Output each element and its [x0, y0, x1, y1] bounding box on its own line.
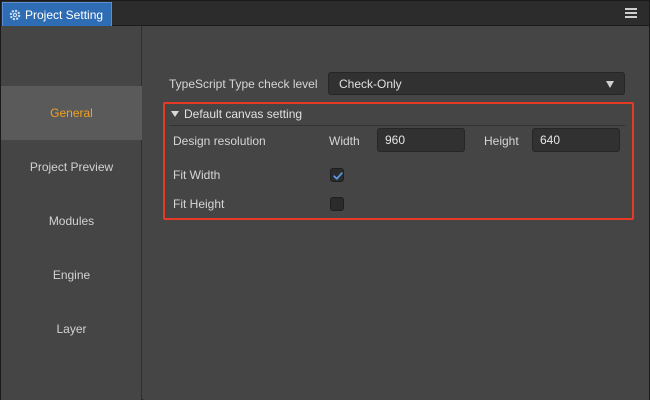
width-value: 960 [385, 133, 406, 147]
design-resolution-label: Design resolution [173, 134, 266, 148]
width-label: Width [329, 134, 360, 148]
width-input[interactable]: 960 [377, 128, 465, 152]
dropdown-arrow-icon [606, 81, 614, 88]
expand-triangle-icon [171, 111, 179, 117]
sidebar-item-label: Engine [52, 268, 91, 282]
fit-height-checkbox[interactable] [330, 197, 344, 211]
tab-project-setting[interactable]: Project Setting [2, 2, 112, 26]
sidebar-item-label: Modules [48, 214, 95, 228]
fit-width-label: Fit Width [173, 168, 221, 182]
sidebar-item-label: Layer [56, 322, 87, 336]
title-bar: Project Setting [1, 1, 649, 26]
settings-sidebar: General Project Preview Modules Engine L… [1, 26, 142, 400]
checkmark-icon [333, 172, 343, 180]
gear-icon [9, 9, 21, 21]
canvas-section-toggle[interactable]: Default canvas setting [171, 107, 302, 121]
sidebar-item-project-preview[interactable]: Project Preview [1, 140, 142, 194]
sidebar-item-label: Project Preview [29, 160, 114, 174]
section-title: Default canvas setting [184, 107, 303, 121]
general-settings-panel: TypeScript Type check level Check-Only D… [143, 26, 649, 400]
sidebar-item-engine[interactable]: Engine [1, 248, 142, 302]
height-label: Height [484, 134, 519, 148]
height-value: 640 [540, 133, 561, 147]
typescript-check-label: TypeScript Type check level [169, 77, 318, 91]
sidebar-item-label: General [50, 106, 93, 120]
typescript-check-select[interactable]: Check-Only [328, 72, 625, 95]
sidebar-item-modules[interactable]: Modules [1, 194, 142, 248]
select-value: Check-Only [339, 76, 402, 91]
project-setting-window: Project Setting General Project Preview … [0, 0, 650, 400]
fit-width-checkbox[interactable] [330, 168, 344, 182]
section-divider [169, 125, 625, 126]
sidebar-item-general[interactable]: General [1, 86, 142, 140]
hamburger-menu-icon[interactable] [625, 6, 637, 20]
fit-height-label: Fit Height [173, 197, 225, 211]
height-input[interactable]: 640 [532, 128, 620, 152]
sidebar-item-layer[interactable]: Layer [1, 302, 142, 356]
tab-title: Project Setting [25, 7, 104, 22]
